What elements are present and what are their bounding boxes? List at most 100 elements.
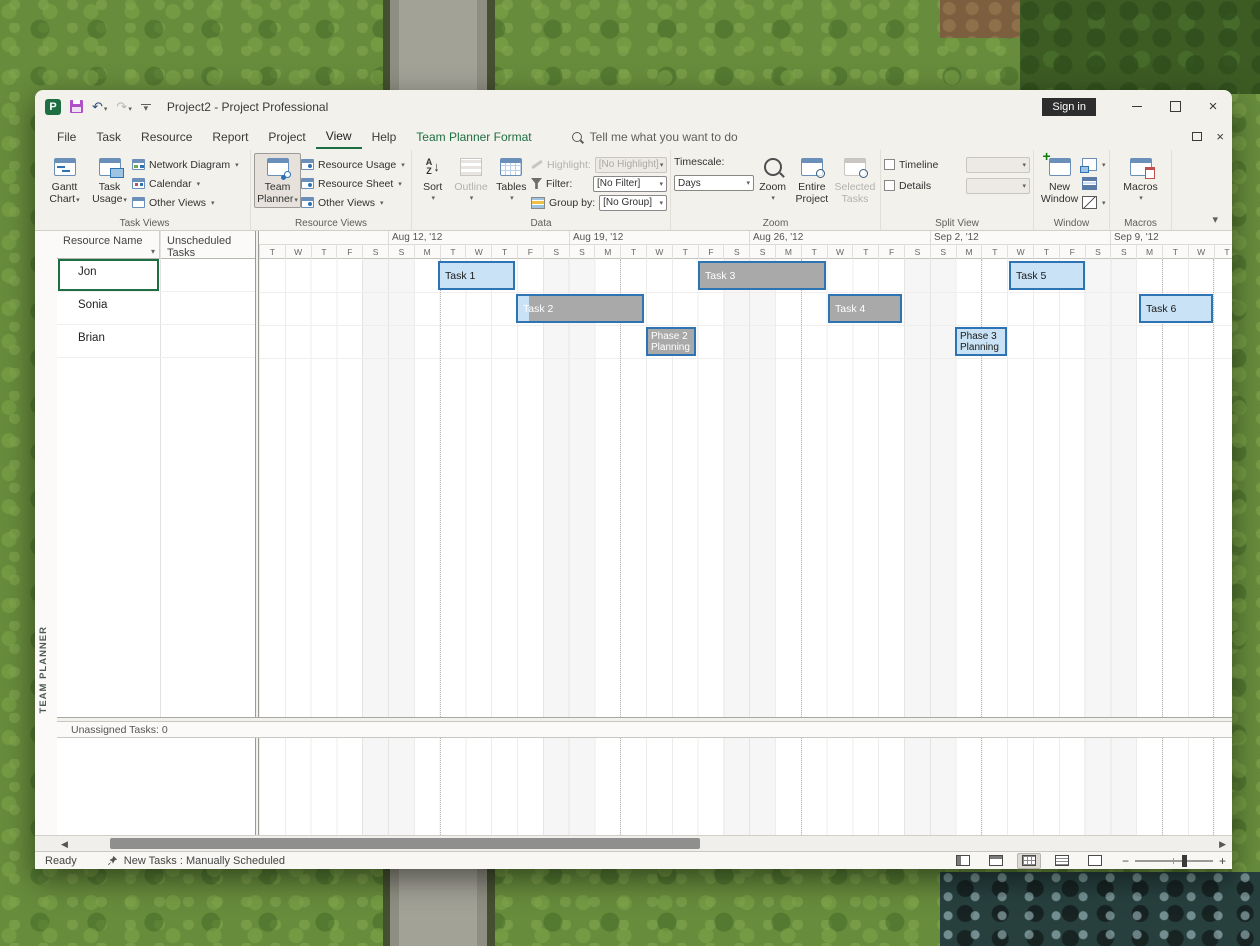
task-bar-phase-2-planning[interactable]: Phase 2Planning	[646, 327, 696, 356]
menu-tab-help[interactable]: Help	[362, 125, 407, 148]
quick-access-toolbar: P ↶▾ ↷▾ ▾	[45, 99, 151, 115]
zoom-out-icon[interactable]: −	[1122, 855, 1129, 867]
day-header-cell: T	[1033, 245, 1059, 259]
child-close-icon[interactable]: ×	[1216, 129, 1224, 144]
chart-row-line	[259, 325, 1232, 326]
table-row-sonia[interactable]: Sonia	[57, 292, 255, 325]
menu-tab-project[interactable]: Project	[258, 125, 315, 148]
sort-button[interactable]: AZ↓ Sort ▾	[415, 153, 450, 205]
details-checkbox[interactable]	[884, 180, 895, 191]
switch-windows-button[interactable]: ▾	[1082, 157, 1106, 172]
task-bar-task-5[interactable]: Task 5	[1009, 261, 1085, 290]
window-title: Project2 - Project Professional	[167, 100, 328, 114]
new-window-icon	[1049, 158, 1071, 176]
filter-combo[interactable]: [No Filter]▾	[593, 176, 667, 192]
task-bar-task-4[interactable]: Task 4	[828, 294, 902, 323]
day-header-cell: T	[672, 245, 698, 259]
day-header-cell: M	[1136, 245, 1162, 259]
minimize-button[interactable]	[1118, 90, 1156, 123]
macros-button[interactable]: Macros ▾	[1118, 153, 1163, 205]
timeline-checkbox[interactable]	[884, 159, 895, 170]
zoom-button[interactable]: Zoom ▾	[754, 153, 790, 205]
hide-window-button[interactable]: ▾	[1082, 195, 1106, 210]
resource-usage-icon	[301, 159, 314, 170]
task-bar-task-6[interactable]: Task 6	[1139, 294, 1213, 323]
tell-me-search[interactable]: Tell me what you want to do	[572, 130, 738, 144]
resource-sheet-button[interactable]: Resource Sheet▾	[301, 176, 405, 191]
maximize-button[interactable]	[1156, 90, 1194, 123]
collapse-ribbon-icon[interactable]: ▾	[1212, 213, 1218, 226]
menu-tab-file[interactable]: File	[47, 125, 86, 148]
new-tasks-mode-button[interactable]: New Tasks : Manually Scheduled	[107, 855, 285, 867]
menu-tab-report[interactable]: Report	[202, 125, 258, 148]
table-row-brian[interactable]: Brian	[57, 325, 255, 358]
menu-tab-team-planner-format[interactable]: Team Planner Format	[406, 125, 541, 148]
calendar-button[interactable]: Calendar▾	[132, 176, 239, 191]
other-views-resource-button[interactable]: Other Views▾	[301, 195, 405, 210]
task-bar-phase-3-planning[interactable]: Phase 3Planning	[955, 327, 1007, 356]
report-view-button[interactable]	[1083, 853, 1107, 869]
team-planner-view: TEAM PLANNER Resource Name ▾ Unscheduled…	[35, 231, 1232, 835]
entire-project-icon	[801, 158, 823, 176]
task-label: Task 1	[445, 270, 475, 282]
resource-usage-button[interactable]: Resource Usage▾	[301, 157, 405, 172]
column-header-unscheduled-tasks[interactable]: Unscheduled Tasks	[161, 231, 255, 259]
close-button[interactable]: ×	[1194, 90, 1232, 123]
task-usage-button[interactable]: Task Usage▾	[87, 153, 132, 207]
scroll-left-icon[interactable]: ◀	[61, 838, 68, 850]
scrollbar-thumb[interactable]	[110, 838, 700, 849]
task-label: Task 6	[1146, 303, 1176, 315]
task-bar-task-2[interactable]: Task 2	[516, 294, 644, 323]
menu-tab-resource[interactable]: Resource	[131, 125, 202, 148]
table-row-jon[interactable]: Jon	[57, 259, 255, 292]
child-restore-icon[interactable]	[1192, 132, 1202, 141]
day-header-cell: S	[543, 245, 569, 259]
table-header: Resource Name ▾ Unscheduled Tasks	[57, 231, 255, 259]
team-planner-view-button[interactable]	[1017, 853, 1041, 869]
network-diagram-button[interactable]: Network Diagram▾	[132, 157, 239, 172]
task-bar-task-1[interactable]: Task 1	[438, 261, 515, 290]
team-planner-button[interactable]: Team Planner▾	[254, 153, 301, 208]
column-header-resource-name[interactable]: Resource Name ▾	[57, 231, 160, 259]
save-icon[interactable]	[70, 100, 83, 113]
column-dropdown-icon[interactable]: ▾	[151, 247, 155, 256]
horizontal-scrollbar[interactable]: ◀ ▶	[35, 835, 1232, 851]
day-header-cell: S	[904, 245, 930, 259]
day-header-cell: W	[1007, 245, 1033, 259]
task-bar-task-3[interactable]: Task 3	[698, 261, 826, 290]
new-window-button[interactable]: New Window	[1037, 153, 1082, 205]
customize-qat-icon[interactable]: ▾	[141, 104, 151, 112]
switch-windows-icon	[1082, 158, 1097, 171]
group-by-row: Group by: [No Group]▾	[531, 195, 667, 210]
details-combo: ▾	[966, 178, 1030, 194]
calendar-icon	[132, 178, 145, 189]
menu-tab-task[interactable]: Task	[86, 125, 131, 148]
zoom-in-icon[interactable]: +	[1219, 855, 1226, 867]
resource-sheet-view-button[interactable]	[1050, 853, 1074, 869]
other-views-button[interactable]: Other Views▾	[132, 195, 239, 210]
day-header-cell: M	[414, 245, 440, 259]
hide-window-icon	[1082, 196, 1097, 209]
arrange-all-button[interactable]	[1082, 176, 1106, 191]
task-usage-view-button[interactable]	[984, 853, 1008, 869]
zoom-slider-thumb[interactable]	[1182, 855, 1187, 867]
timescale-combo[interactable]: Days▾	[674, 175, 754, 191]
sign-in-button[interactable]: Sign in	[1042, 98, 1096, 116]
outline-icon	[460, 158, 482, 176]
undo-button[interactable]: ↶▾	[92, 100, 107, 114]
desktop-road-bottom	[383, 866, 495, 946]
day-header-cell: F	[878, 245, 904, 259]
gantt-chart-button[interactable]: Gantt Chart▾	[42, 153, 87, 207]
resource-name: Jon	[78, 266, 97, 278]
gantt-chart-view-button[interactable]	[951, 853, 975, 869]
task-label: Task 5	[1016, 270, 1046, 282]
task-label-line: Planning	[651, 342, 690, 353]
tables-button[interactable]: Tables ▾	[492, 153, 531, 205]
network-diagram-icon	[132, 159, 145, 170]
ribbon-group-data: AZ↓ Sort ▾ Outline ▾ Tables ▾	[412, 150, 671, 230]
scroll-right-icon[interactable]: ▶	[1219, 838, 1226, 850]
group-by-combo[interactable]: [No Group]▾	[599, 195, 667, 211]
entire-project-button[interactable]: Entire Project	[791, 153, 833, 205]
zoom-slider-track[interactable]	[1135, 860, 1213, 862]
menu-tab-view[interactable]: View	[316, 124, 362, 149]
